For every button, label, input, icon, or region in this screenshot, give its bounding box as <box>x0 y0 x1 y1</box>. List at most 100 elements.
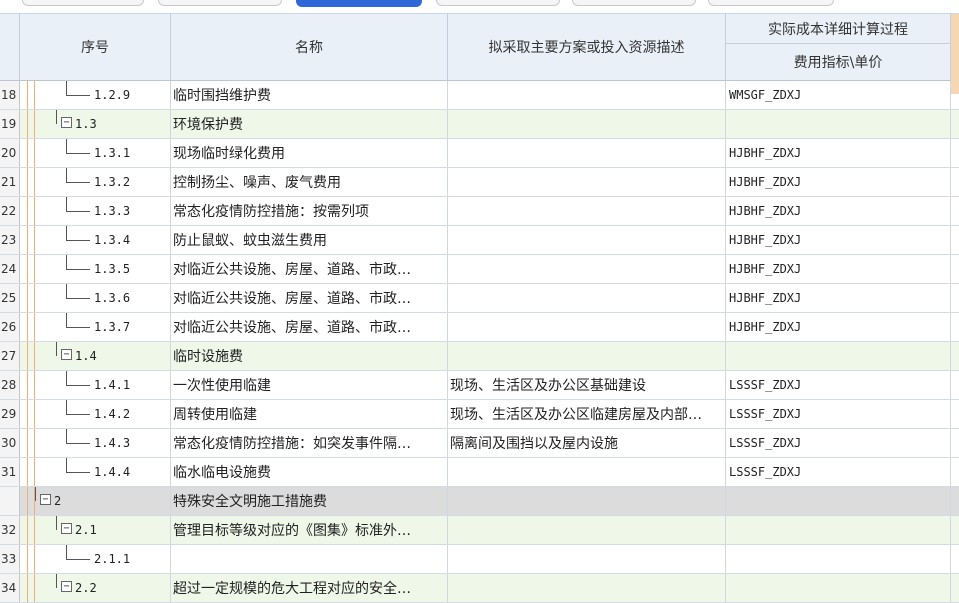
header-name[interactable]: 名称 <box>171 14 448 80</box>
table-row[interactable]: 25 1.3.6 对临近公共设施、房屋、道路、市政… HJBHF_ZDXJ <box>0 284 959 313</box>
seq-cell[interactable]: 1.3.1 <box>20 139 171 167</box>
name-cell[interactable]: 管理目标等级对应的《图集》标准外… <box>171 516 448 544</box>
collapse-toggle-icon[interactable]: − <box>61 581 72 592</box>
cost-index-cell[interactable] <box>726 342 951 370</box>
seq-cell[interactable]: 1.4.3 <box>20 429 171 457</box>
seq-cell[interactable]: 1.3.4 <box>20 226 171 254</box>
desc-cell[interactable] <box>448 487 726 515</box>
seq-cell[interactable]: 1.3.6 <box>20 284 171 312</box>
seq-cell[interactable]: −2.1 <box>20 516 171 544</box>
cost-index-cell[interactable] <box>726 545 951 573</box>
table-row[interactable]: 23 1.3.4 防止鼠蚁、蚊虫滋生费用 HJBHF_ZDXJ <box>0 226 959 255</box>
name-cell[interactable]: 超过一定规模的危大工程对应的安全… <box>171 574 448 602</box>
name-cell[interactable]: 一次性使用临建 <box>171 371 448 399</box>
seq-cell[interactable]: 1.3.2 <box>20 168 171 196</box>
collapse-toggle-icon[interactable]: − <box>61 349 72 360</box>
seq-cell[interactable]: 1.3.7 <box>20 313 171 341</box>
desc-cell[interactable] <box>448 313 726 341</box>
table-row[interactable]: 34−2.2 超过一定规模的危大工程对应的安全… <box>0 574 959 603</box>
header-desc[interactable]: 拟采取主要方案或投入资源描述 <box>448 14 726 80</box>
name-cell[interactable] <box>171 545 448 573</box>
desc-cell[interactable] <box>448 574 726 602</box>
desc-cell[interactable] <box>448 226 726 254</box>
seq-cell[interactable]: −2.2 <box>20 574 171 602</box>
cost-index-cell[interactable]: WMSGF_ZDXJ <box>726 81 951 109</box>
desc-cell[interactable] <box>448 545 726 573</box>
seq-cell[interactable]: 2.1.1 <box>20 545 171 573</box>
desc-cell[interactable] <box>448 168 726 196</box>
seq-cell[interactable]: 1.3.3 <box>20 197 171 225</box>
desc-cell[interactable] <box>448 284 726 312</box>
table-row[interactable]: 19−1.3 环境保护费 <box>0 110 959 139</box>
cost-index-cell[interactable] <box>726 110 951 138</box>
tab-4[interactable] <box>436 0 560 6</box>
cost-index-cell[interactable]: LSSSF_ZDXJ <box>726 429 951 457</box>
table-row[interactable]: 24 1.3.5 对临近公共设施、房屋、道路、市政… HJBHF_ZDXJ <box>0 255 959 284</box>
cost-index-cell[interactable]: HJBHF_ZDXJ <box>726 313 951 341</box>
cost-index-cell[interactable]: HJBHF_ZDXJ <box>726 197 951 225</box>
header-cost-group[interactable]: 实际成本详细计算过程 <box>726 14 951 44</box>
cost-index-cell[interactable]: HJBHF_ZDXJ <box>726 139 951 167</box>
tab-5[interactable] <box>572 0 696 6</box>
name-cell[interactable]: 环境保护费 <box>171 110 448 138</box>
tab-2[interactable] <box>158 0 282 6</box>
desc-cell[interactable] <box>448 458 726 486</box>
desc-cell[interactable] <box>448 342 726 370</box>
cost-index-cell[interactable]: HJBHF_ZDXJ <box>726 168 951 196</box>
seq-cell[interactable]: 1.4.1 <box>20 371 171 399</box>
tab-6[interactable] <box>708 0 834 6</box>
collapse-toggle-icon[interactable]: − <box>61 523 72 534</box>
name-cell[interactable]: 临水临电设施费 <box>171 458 448 486</box>
cost-index-cell[interactable] <box>726 487 951 515</box>
name-cell[interactable]: 临时设施费 <box>171 342 448 370</box>
desc-cell[interactable] <box>448 110 726 138</box>
desc-cell[interactable] <box>448 255 726 283</box>
name-cell[interactable]: 常态化疫情防控措施：如突发事件隔… <box>171 429 448 457</box>
table-row[interactable]: 33 2.1.1 <box>0 545 959 574</box>
table-row[interactable]: 29 1.4.2 周转使用临建 现场、生活区及办公区临建房屋及内部… LSSSF_ZDX… <box>0 400 959 429</box>
cost-index-cell[interactable]: HJBHF_ZDXJ <box>726 284 951 312</box>
table-row[interactable]: 18 1.2.9 临时围挡维护费 WMSGF_ZDXJ <box>0 81 959 110</box>
desc-cell[interactable] <box>448 516 726 544</box>
header-seq[interactable]: 序号 <box>20 14 171 80</box>
cost-index-cell[interactable] <box>726 516 951 544</box>
name-cell[interactable]: 特殊安全文明施工措施费 <box>171 487 448 515</box>
table-row[interactable]: 26 1.3.7 对临近公共设施、房屋、道路、市政… HJBHF_ZDXJ <box>0 313 959 342</box>
name-cell[interactable]: 临时围挡维护费 <box>171 81 448 109</box>
table-row[interactable]: 28 1.4.1 一次性使用临建 现场、生活区及办公区基础建设 LSSSF_ZDXJ <box>0 371 959 400</box>
name-cell[interactable]: 周转使用临建 <box>171 400 448 428</box>
table-row[interactable]: 31 1.4.4 临水临电设施费 LSSSF_ZDXJ <box>0 458 959 487</box>
cost-index-cell[interactable]: HJBHF_ZDXJ <box>726 226 951 254</box>
table-row[interactable]: 32−2.1 管理目标等级对应的《图集》标准外… <box>0 516 959 545</box>
desc-cell[interactable]: 现场、生活区及办公区临建房屋及内部… <box>448 400 726 428</box>
tab-active[interactable] <box>296 0 422 7</box>
seq-cell[interactable]: 1.4.4 <box>20 458 171 486</box>
table-row[interactable]: 22 1.3.3 常态化疫情防控措施：按需列项 HJBHF_ZDXJ <box>0 197 959 226</box>
desc-cell[interactable]: 现场、生活区及办公区基础建设 <box>448 371 726 399</box>
seq-cell[interactable]: 1.2.9 <box>20 81 171 109</box>
cost-index-cell[interactable]: LSSSF_ZDXJ <box>726 371 951 399</box>
desc-cell[interactable] <box>448 197 726 225</box>
name-cell[interactable]: 对临近公共设施、房屋、道路、市政… <box>171 255 448 283</box>
seq-cell[interactable]: −1.3 <box>20 110 171 138</box>
table-row[interactable]: 27−1.4 临时设施费 <box>0 342 959 371</box>
table-row[interactable]: 21 1.3.2 控制扬尘、噪声、废气费用 HJBHF_ZDXJ <box>0 168 959 197</box>
desc-cell[interactable] <box>448 139 726 167</box>
name-cell[interactable]: 控制扬尘、噪声、废气费用 <box>171 168 448 196</box>
header-cost-sub[interactable]: 费用指标\单价 <box>726 44 951 80</box>
collapse-toggle-icon[interactable]: − <box>61 117 72 128</box>
table-row[interactable]: 20 1.3.1 现场临时绿化费用 HJBHF_ZDXJ <box>0 139 959 168</box>
cost-index-cell[interactable]: HJBHF_ZDXJ <box>726 255 951 283</box>
cost-index-cell[interactable]: LSSSF_ZDXJ <box>726 400 951 428</box>
seq-cell[interactable]: −1.4 <box>20 342 171 370</box>
desc-cell[interactable]: 隔离间及围挡以及屋内设施 <box>448 429 726 457</box>
name-cell[interactable]: 对临近公共设施、房屋、道路、市政… <box>171 313 448 341</box>
tab-1[interactable] <box>22 0 144 6</box>
cost-index-cell[interactable]: LSSSF_ZDXJ <box>726 458 951 486</box>
collapse-toggle-icon[interactable]: − <box>40 494 51 505</box>
cost-index-cell[interactable] <box>726 574 951 602</box>
desc-cell[interactable] <box>448 81 726 109</box>
seq-cell[interactable]: −2 <box>20 487 171 515</box>
seq-cell[interactable]: 1.4.2 <box>20 400 171 428</box>
name-cell[interactable]: 对临近公共设施、房屋、道路、市政… <box>171 284 448 312</box>
